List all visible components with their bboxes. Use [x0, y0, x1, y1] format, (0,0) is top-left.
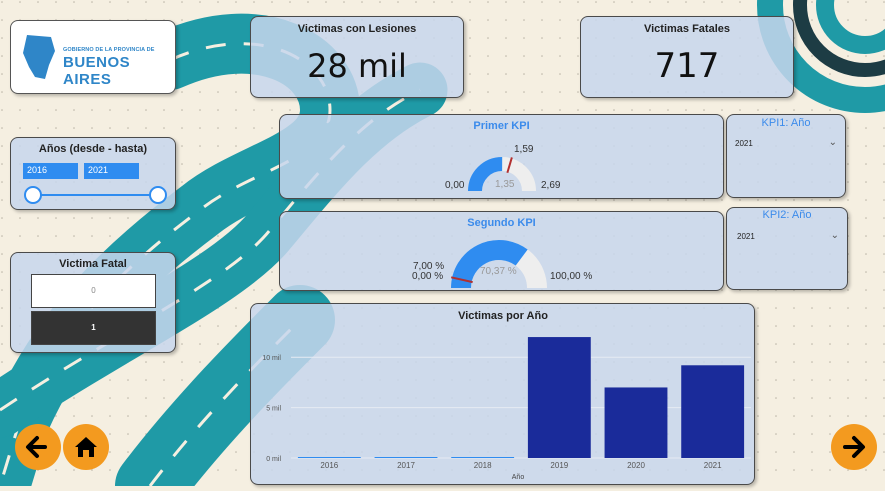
next-button[interactable]: [831, 424, 877, 470]
kpi1-year-dropdown[interactable]: 2021 ⌄: [735, 137, 839, 153]
kpi1-max: 2,69: [541, 180, 561, 191]
kpi2-year-title: KPI2: Año: [762, 209, 812, 221]
kpi2-year-dropdown[interactable]: 2021 ⌄: [737, 230, 841, 246]
chevron-down-icon: ⌄: [830, 230, 839, 241]
bar-2021[interactable]: [681, 365, 745, 458]
fatal-slicer: Victima Fatal 0 1: [10, 252, 176, 353]
kpi1-target: 1,59: [514, 144, 534, 155]
logo-line1: GOBIERNO DE LA PROVINCIA DE: [63, 47, 155, 53]
card-lesiones-value: 28 mil: [307, 47, 407, 85]
kpi1-min: 0,00: [445, 180, 465, 191]
logo-line2: BUENOS AIRES: [63, 54, 131, 88]
x-tick-label: 2016: [320, 461, 338, 470]
chart-title: Victimas por Año: [458, 310, 548, 322]
x-tick-label: 2017: [397, 461, 415, 470]
home-icon: [75, 437, 97, 457]
x-tick-label: 2018: [474, 461, 492, 470]
logo: GOBIERNO DE LA PROVINCIA DE BUENOS AIRES: [10, 20, 176, 94]
kpi2-year-slicer: KPI2: Año 2021 ⌄: [726, 207, 848, 290]
bar-2018[interactable]: [451, 457, 515, 458]
y-tick-label: 5 mil: [266, 406, 281, 413]
fatal-option-0[interactable]: 0: [31, 274, 156, 308]
chart-card: Victimas por Año 0 mil 5 mil 10 mil 2016 2017…: [250, 303, 755, 485]
year-range-end-handle[interactable]: [149, 186, 167, 204]
kpi2-year-value: 2021: [737, 232, 755, 241]
card-fatales-title: Victimas Fatales: [643, 23, 730, 35]
card-fatales-value: 717: [654, 46, 720, 86]
fatal-slicer-title: Victima Fatal: [59, 258, 127, 270]
x-tick-label: 2019: [550, 461, 568, 470]
bar-2020[interactable]: [604, 387, 668, 458]
kpi1-card: Primer KPI 0,00 2,69 1,59 1,35: [279, 114, 724, 199]
home-button[interactable]: [63, 424, 109, 470]
fatal-option-1[interactable]: 1: [31, 311, 156, 345]
bar-2017[interactable]: [374, 457, 438, 458]
kpi2-value: 70,37 %: [480, 266, 517, 277]
kpi2-max: 100,00 %: [550, 271, 593, 282]
year-range-track[interactable]: [33, 194, 159, 196]
card-fatales: Victimas Fatales 717: [580, 16, 794, 98]
back-button[interactable]: [15, 424, 61, 470]
kpi1-year-title: KPI1: Año: [761, 117, 811, 129]
y-tick-label: 10 mil: [262, 355, 281, 362]
kpi1-year-slicer: KPI1: Año 2021 ⌄: [726, 114, 846, 198]
y-tick-label: 0 mil: [266, 456, 281, 463]
year-range-start-handle[interactable]: [24, 186, 42, 204]
kpi2-title: Segundo KPI: [467, 217, 536, 229]
kpi1-title: Primer KPI: [473, 120, 530, 132]
x-tick-label: 2020: [627, 461, 645, 470]
years-slicer: Años (desde - hasta) 2016 2021: [10, 137, 176, 210]
chevron-down-icon: ⌄: [828, 137, 837, 148]
years-slicer-title: Años (desde - hasta): [38, 143, 148, 155]
year-to-input[interactable]: 2021: [84, 163, 139, 179]
bar-2016[interactable]: [297, 457, 361, 458]
card-lesiones-title: Victimas con Lesiones: [297, 23, 417, 35]
kpi2-min: 0,00 %: [412, 271, 444, 282]
year-from-input[interactable]: 2016: [23, 163, 78, 179]
x-tick-label: 2021: [704, 461, 722, 470]
card-lesiones: Victimas con Lesiones 28 mil: [250, 16, 464, 98]
province-map-icon: [23, 35, 55, 79]
victimas-por-anio-chart: Victimas por Año 0 mil 5 mil 10 mil 2016 2017…: [262, 310, 751, 481]
kpi1-value: 1,35: [495, 179, 515, 190]
x-axis-label: Año: [512, 474, 525, 481]
kpi2-card: Segundo KPI 7,00 % 0,00 % 100,00 % 70,37…: [279, 211, 724, 291]
kpi2-gauge: [450, 240, 547, 289]
arrow-right-icon: [843, 436, 865, 458]
arrow-left-icon: [26, 436, 47, 458]
bar-2019[interactable]: [527, 337, 591, 458]
kpi1-year-value: 2021: [735, 139, 753, 148]
